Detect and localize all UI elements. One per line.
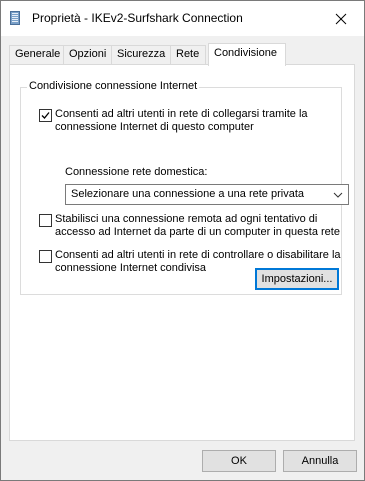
tab-panel-condivisione: Condivisione connessione Internet Consen… — [9, 64, 355, 441]
tab-generale[interactable]: Generale — [9, 45, 64, 64]
title-bar: Proprietà - IKEv2-Surfshark Connection — [1, 1, 364, 36]
cancel-button[interactable]: Annulla — [283, 450, 357, 472]
dial-on-demand-checkbox[interactable] — [39, 214, 52, 227]
home-network-value: Selezionare una connessione a una rete p… — [71, 188, 304, 200]
check-icon — [41, 112, 50, 119]
chevron-down-icon — [333, 192, 343, 198]
allow-sharing-label: Consenti ad altri utenti in rete di coll… — [55, 108, 308, 133]
group-title: Condivisione connessione Internet — [27, 80, 200, 92]
tab-sicurezza[interactable]: Sicurezza — [111, 45, 171, 64]
dial-on-demand-label: Stabilisci una connessione remota ad ogn… — [55, 213, 340, 238]
home-network-label: Connessione rete domestica: — [65, 166, 208, 178]
window-title: Proprietà - IKEv2-Surfshark Connection — [32, 11, 243, 25]
tab-opzioni[interactable]: Opzioni — [63, 45, 112, 64]
close-button[interactable] — [318, 1, 364, 36]
close-icon — [335, 13, 347, 24]
ok-button[interactable]: OK — [202, 450, 276, 472]
internet-sharing-group: Condivisione connessione Internet Consen… — [20, 80, 349, 295]
network-connection-icon — [10, 11, 20, 25]
allow-sharing-checkbox[interactable] — [39, 109, 52, 122]
settings-button[interactable]: Impostazioni... — [255, 268, 339, 290]
home-network-select[interactable]: Selezionare una connessione a una rete p… — [65, 184, 349, 205]
allow-control-checkbox[interactable] — [39, 250, 52, 263]
tab-condivisione[interactable]: Condivisione — [208, 43, 286, 66]
properties-dialog: Proprietà - IKEv2-Surfshark Connection G… — [0, 0, 365, 481]
tab-rete[interactable]: Rete — [170, 45, 206, 64]
